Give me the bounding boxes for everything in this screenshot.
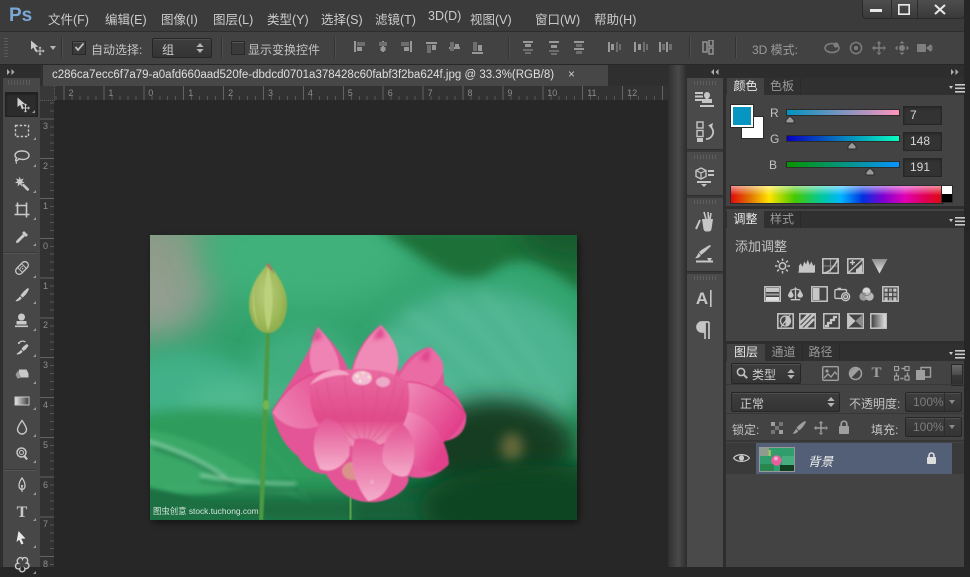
svg-text:图虫创意 stock.tuchong.com: 图虫创意 stock.tuchong.com <box>153 506 259 516</box>
svg-text:A: A <box>696 289 708 308</box>
svg-text:T: T <box>16 504 27 521</box>
